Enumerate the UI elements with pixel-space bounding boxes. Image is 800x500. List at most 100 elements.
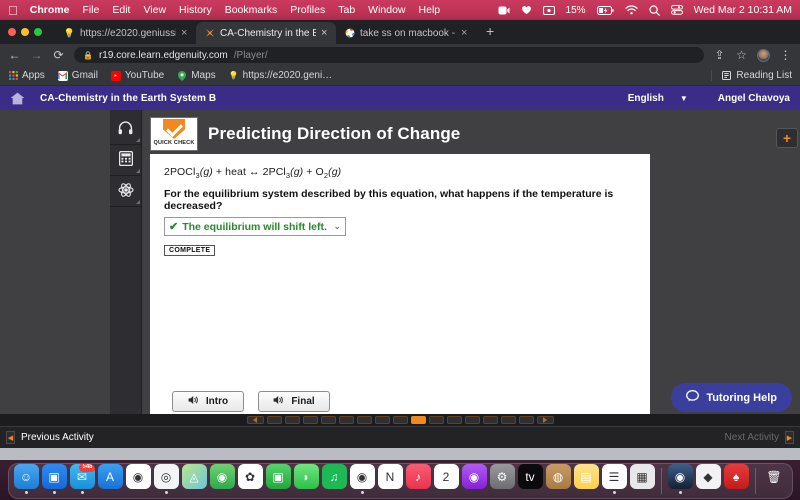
calculator-tool-button[interactable] <box>109 145 142 176</box>
menu-item-tab[interactable]: Tab <box>338 4 355 16</box>
progress-segment[interactable] <box>446 416 462 424</box>
dock-item-music[interactable]: ♪ <box>405 464 431 494</box>
menu-item-help[interactable]: Help <box>419 4 441 16</box>
previous-activity-button[interactable]: ◀ Previous Activity <box>6 431 94 444</box>
dock-item-trash[interactable]: 🗑 <box>762 464 787 494</box>
dock-item-maps[interactable]: ◬ <box>181 464 207 494</box>
menu-item-view[interactable]: View <box>143 4 166 16</box>
progress-segment[interactable] <box>302 416 318 424</box>
dock-item-reminders[interactable]: ☰ <box>601 464 627 494</box>
add-note-button[interactable]: + <box>776 128 798 148</box>
final-audio-button[interactable]: Final <box>258 391 330 412</box>
progress-segment[interactable] <box>392 416 408 424</box>
menu-bar-clock[interactable]: Wed Mar 2 10:31 AM <box>694 4 792 16</box>
progress-segment[interactable] <box>338 416 354 424</box>
progress-segment[interactable] <box>374 416 390 424</box>
user-name[interactable]: Angel Chavoya <box>718 93 790 104</box>
three-dot-menu-icon[interactable]: ⋮ <box>779 48 792 62</box>
dock-item-calendar[interactable]: 2 <box>433 464 459 494</box>
dock-item-messages[interactable]: ◗ <box>293 464 319 494</box>
reading-list-button[interactable]: Reading List <box>711 70 792 81</box>
menu-item-edit[interactable]: Edit <box>112 4 130 16</box>
dock-item-spotify[interactable]: ♫ <box>321 464 347 494</box>
address-bar[interactable]: 🔒 r19.core.learn.edgenuity.com/Player/ <box>74 47 704 63</box>
tutoring-help-button[interactable]: Tutoring Help <box>671 383 792 412</box>
dock-item-microsoft-edge[interactable]: ◉ <box>125 464 151 494</box>
progress-segment[interactable] <box>464 416 480 424</box>
maximize-window-button[interactable] <box>34 28 42 36</box>
dock-item-apple-tv[interactable]: tv <box>517 464 543 494</box>
progress-next-arrow[interactable] <box>536 416 554 424</box>
close-tab-icon[interactable]: × <box>461 27 470 39</box>
dock-item-safari[interactable]: ◎ <box>153 464 179 494</box>
bookmark-e2020[interactable]: 💡 https://e2020.geni… <box>229 70 333 81</box>
dock-item-apple-news[interactable]: N <box>377 464 403 494</box>
bookmark-gmail[interactable]: Gmail <box>57 70 98 81</box>
dock-item-photos[interactable]: ✿ <box>237 464 263 494</box>
dock-item-roblox[interactable]: ◆ <box>695 464 721 494</box>
bookmark-youtube[interactable]: YouTube <box>110 70 164 81</box>
dock-item-poker-game[interactable]: ♠ <box>723 464 749 494</box>
control-center-icon[interactable] <box>670 5 683 15</box>
progress-segment[interactable] <box>482 416 498 424</box>
dock-item-mail[interactable]: ✉ 548 <box>69 464 95 494</box>
menu-item-chrome[interactable]: Chrome <box>30 4 70 16</box>
dock-item-podcasts[interactable]: ◉ <box>461 464 487 494</box>
wifi-icon[interactable] <box>624 5 638 15</box>
star-icon[interactable]: ☆ <box>735 48 748 62</box>
progress-segment[interactable] <box>284 416 300 424</box>
new-tab-button[interactable]: + <box>476 23 502 41</box>
browser-tab-3[interactable]: take ss on macbook - Google S × <box>336 22 476 44</box>
close-window-button[interactable] <box>8 28 16 36</box>
dock-item-facetime[interactable]: ▣ <box>41 464 67 494</box>
progress-segment[interactable] <box>518 416 534 424</box>
back-arrow-icon[interactable]: ← <box>8 48 21 62</box>
browser-tab-2-active[interactable]: CA-Chemistry in the Earth Syst × <box>196 22 336 44</box>
dock-item-finder[interactable]: ☺ <box>13 464 39 494</box>
video-camera-icon[interactable] <box>498 6 510 15</box>
progress-segment[interactable] <box>320 416 336 424</box>
profile-avatar[interactable] <box>757 48 770 62</box>
menu-item-file[interactable]: File <box>82 4 99 16</box>
heart-icon[interactable] <box>521 5 532 15</box>
menu-item-profiles[interactable]: Profiles <box>290 4 325 16</box>
dock-item-notes[interactable]: ▤ <box>573 464 599 494</box>
menu-item-history[interactable]: History <box>179 4 212 16</box>
next-activity-button[interactable]: Next Activity ▶ <box>725 431 794 444</box>
display-icon[interactable] <box>542 5 555 15</box>
answer-dropdown[interactable]: ✔ The equilibrium will shift left. ⌄ <box>164 217 346 237</box>
reload-icon[interactable]: ⟳ <box>52 48 65 62</box>
audio-tool-button[interactable] <box>109 114 142 145</box>
home-icon[interactable] <box>10 92 26 105</box>
progress-segment[interactable] <box>428 416 444 424</box>
progress-segment-current[interactable] <box>410 416 426 424</box>
dock-item-launchpad[interactable]: ▦ <box>629 464 655 494</box>
spotlight-search-icon[interactable] <box>648 4 660 16</box>
share-icon[interactable]: ⇪ <box>713 48 726 62</box>
dock-item-system-settings[interactable]: ⚙ <box>489 464 515 494</box>
menu-item-window[interactable]: Window <box>368 4 405 16</box>
close-tab-icon[interactable]: × <box>181 27 190 39</box>
bookmark-maps[interactable]: Maps <box>177 70 216 81</box>
progress-segment[interactable] <box>356 416 372 424</box>
dock-item-contacts[interactable]: ◍ <box>545 464 571 494</box>
forward-arrow-icon[interactable]: → <box>30 48 43 62</box>
progress-segment[interactable] <box>500 416 516 424</box>
progress-prev-arrow[interactable] <box>246 416 264 424</box>
dock-item-google-chrome[interactable]: ◉ <box>349 464 375 494</box>
dock-item-steam[interactable]: ◉ <box>667 464 693 494</box>
minimize-window-button[interactable] <box>21 28 29 36</box>
intro-audio-button[interactable]: Intro <box>172 391 244 412</box>
battery-charging-icon[interactable] <box>596 5 614 15</box>
language-selector[interactable]: English ▼ <box>628 93 688 104</box>
apple-logo-icon[interactable]:  <box>8 4 18 17</box>
menu-item-bookmarks[interactable]: Bookmarks <box>225 4 278 16</box>
dock-item-find-my[interactable]: ◉ <box>209 464 235 494</box>
dock-item-camera-video[interactable]: ▣ <box>265 464 291 494</box>
progress-segment[interactable] <box>266 416 282 424</box>
dock-item-app-store[interactable]: A <box>97 464 123 494</box>
bookmark-apps[interactable]: Apps <box>8 70 45 81</box>
periodic-table-tool-button[interactable] <box>109 176 142 207</box>
browser-tab-1[interactable]: 💡 https://e2020.geniussis.com/P × <box>56 22 196 44</box>
close-tab-icon[interactable]: × <box>321 27 330 39</box>
